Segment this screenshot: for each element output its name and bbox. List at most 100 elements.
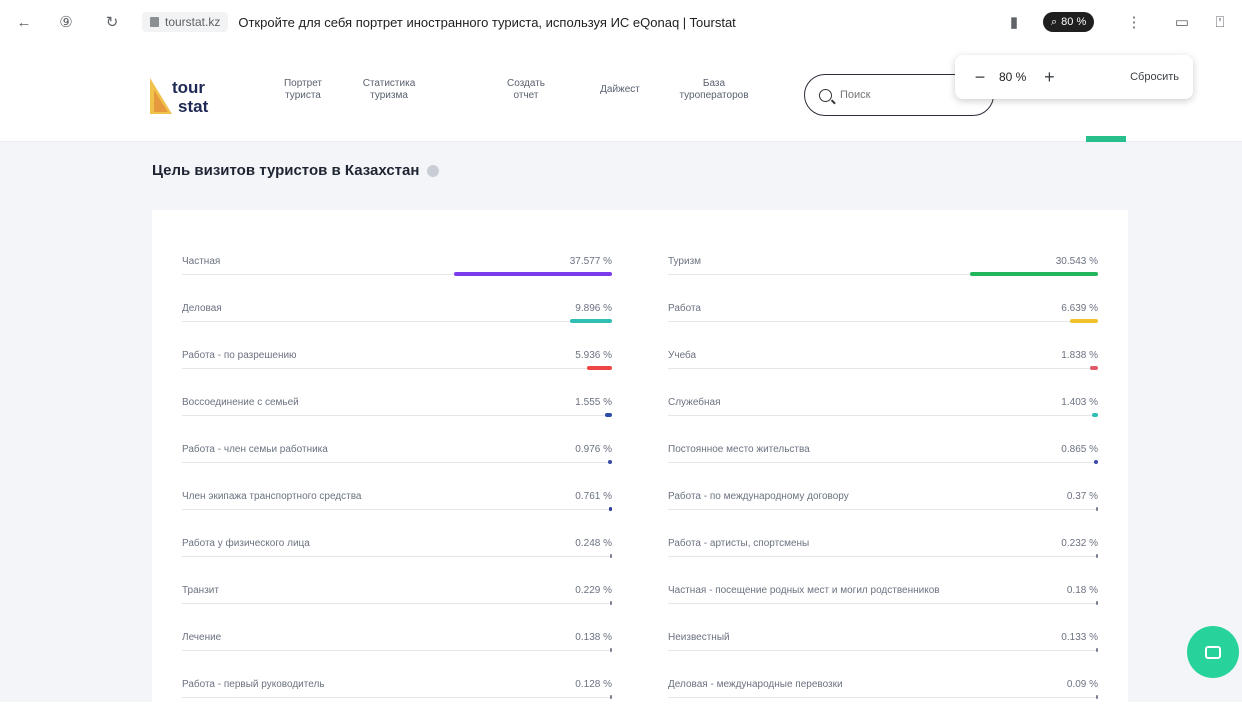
logo-text-tour: tour	[172, 78, 206, 97]
stat-value: 0.248 %	[575, 538, 612, 549]
stat-label: Работа	[668, 303, 701, 314]
stat-label: Член экипажа транспортного средства	[182, 491, 362, 502]
browser-toolbar: ← ⑨ ↻ tourstat.kz Откройте для себя порт…	[0, 0, 1242, 46]
bookmark-icon[interactable]: ▮	[1004, 12, 1024, 32]
stat-bar	[1094, 460, 1098, 464]
stat-bar	[1096, 601, 1098, 605]
zoom-out-button[interactable]: −	[969, 67, 991, 88]
stat-value: 0.761 %	[575, 491, 612, 502]
section-heading: Цель визитов туристов в Казахстан	[152, 162, 440, 179]
logo-text-stat: stat	[178, 97, 209, 116]
stat-label: Работа - первый руководитель	[182, 679, 325, 690]
stat-value: 30.543 %	[1055, 256, 1098, 267]
stat-label: Туризм	[668, 256, 702, 267]
stat-row: Туризм 30.543 %	[668, 247, 1098, 294]
back-arrow-icon[interactable]: ←	[14, 12, 34, 32]
search-icon	[819, 88, 832, 102]
stat-bar	[1092, 413, 1098, 417]
stat-track	[668, 603, 1098, 604]
stat-bar	[1070, 319, 1098, 323]
extension-icon[interactable]: ⑨	[56, 12, 76, 32]
nav-tourism-statistics[interactable]: Статистика туризма	[356, 78, 422, 102]
stat-bar	[608, 507, 612, 511]
stat-row: Лечение 0.138 %	[182, 623, 612, 670]
stat-track	[182, 462, 612, 463]
url-domain: tourstat.kz	[165, 15, 221, 29]
stat-bar	[1096, 507, 1098, 511]
stat-label: Лечение	[182, 632, 222, 643]
stat-label: Неизвестный	[668, 632, 730, 643]
zoom-reset-button[interactable]: Сбросить	[1130, 71, 1179, 83]
nav-tourist-portrait[interactable]: Портрет туриста	[276, 78, 330, 102]
nav-create-report[interactable]: Создать отчет	[504, 78, 548, 102]
tourstat-logo[interactable]: tour stat	[150, 78, 220, 118]
stat-bar	[610, 601, 612, 605]
stat-label: Воссоединение с семьей	[182, 397, 299, 408]
reload-icon[interactable]: ↻	[102, 12, 122, 32]
search-input[interactable]	[840, 89, 970, 101]
stat-track	[182, 603, 612, 604]
zoom-magnifier-icon: ⌕	[1051, 15, 1058, 28]
stat-row: Постоянное место жительства 0.865 %	[668, 435, 1098, 482]
stat-row: Работа у физического лица 0.248 %	[182, 529, 612, 576]
stat-row: Служебная 1.403 %	[668, 388, 1098, 435]
stat-row: Частная 37.577 %	[182, 247, 612, 294]
stat-row: Работа - по разрешению 5.936 %	[182, 341, 612, 388]
stat-row: Член экипажа транспортного средства 0.761…	[182, 482, 612, 529]
stat-bar	[969, 272, 1098, 276]
zoom-badge-value: 80 %	[1061, 16, 1087, 28]
stat-bar	[1096, 648, 1098, 652]
left-column: Частная 37.577 % Деловая 9.896 % Работа - по…	[182, 247, 612, 717]
profile-icon[interactable]: ⍞	[1210, 12, 1230, 32]
battery-icon[interactable]: ▭	[1172, 12, 1192, 32]
zoom-in-button[interactable]: +	[1038, 67, 1060, 88]
chat-button[interactable]	[1187, 626, 1239, 678]
stat-label: Постоянное место жительства	[668, 444, 810, 455]
stat-label: Частная	[182, 256, 221, 267]
stat-value: 0.133 %	[1061, 632, 1098, 643]
stat-track	[182, 697, 612, 698]
stat-track	[668, 509, 1098, 510]
stat-row: Работа - по международному договору 0.37 …	[668, 482, 1098, 529]
logo-triangle-inner-icon	[154, 90, 168, 112]
section-title: Цель визитов туристов в Казахстан	[152, 162, 420, 179]
stat-value: 0.229 %	[575, 585, 612, 596]
info-icon[interactable]	[427, 164, 440, 177]
stat-label: Служебная	[668, 397, 721, 408]
stat-track	[182, 321, 612, 322]
stat-label: Частная - посещение родных мест и могил …	[668, 585, 940, 596]
zoom-indicator[interactable]: ⌕ 80 %	[1043, 12, 1095, 32]
stat-value: 1.838 %	[1061, 350, 1098, 361]
stat-track	[182, 509, 612, 510]
stat-row: Транзит 0.229 %	[182, 576, 612, 623]
stat-bar	[607, 460, 612, 464]
kebab-menu-icon[interactable]: ⋮	[1124, 12, 1144, 32]
stat-track	[182, 368, 612, 369]
stat-value: 0.232 %	[1061, 538, 1098, 549]
nav-digest[interactable]: Дайжест	[590, 84, 650, 96]
stat-value: 1.403 %	[1061, 397, 1098, 408]
stat-value: 1.555 %	[575, 397, 612, 408]
stat-row: Деловая 9.896 %	[182, 294, 612, 341]
stat-bar	[454, 272, 612, 276]
stat-track	[668, 556, 1098, 557]
visit-purpose-card: Частная 37.577 % Деловая 9.896 % Работа - по…	[152, 210, 1128, 702]
main-content: Цель визитов туристов в Казахстан Частна…	[0, 142, 1242, 702]
stat-bar	[610, 695, 612, 699]
stat-value: 0.128 %	[575, 679, 612, 690]
stat-row: Учеба 1.838 %	[668, 341, 1098, 388]
url-domain-chip[interactable]: tourstat.kz	[142, 12, 229, 32]
stat-value: 9.896 %	[575, 303, 612, 314]
stat-value: 0.865 %	[1061, 444, 1098, 455]
stat-bar	[1096, 554, 1098, 558]
stat-track	[668, 321, 1098, 322]
stat-track	[668, 697, 1098, 698]
stat-label: Работа - по разрешению	[182, 350, 297, 361]
stat-track	[668, 650, 1098, 651]
nav-tour-operators-base[interactable]: База туроператоров	[664, 78, 764, 102]
stat-row: Частная - посещение родных мест и могил …	[668, 576, 1098, 623]
tab-title: Откройте для себя портрет иностранного т…	[238, 14, 736, 30]
stat-track	[668, 415, 1098, 416]
chat-icon	[1205, 645, 1221, 659]
address-bar[interactable]: tourstat.kz Откройте для себя портрет ин…	[142, 8, 736, 36]
